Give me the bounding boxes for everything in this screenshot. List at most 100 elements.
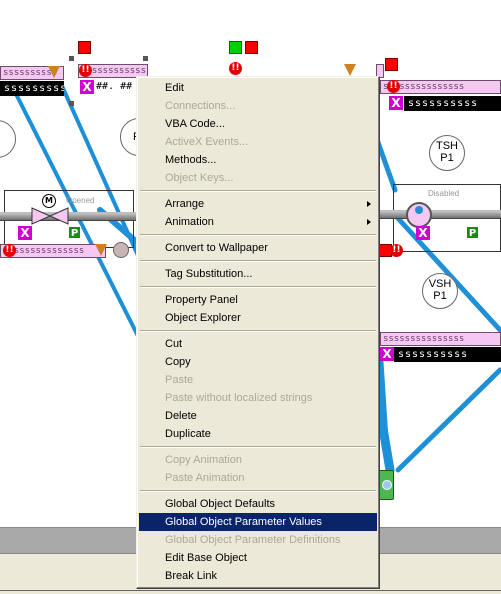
globe-icon — [382, 480, 392, 490]
context-menu[interactable]: Edit Connections... VBA Code... ActiveX Eve… — [136, 76, 380, 589]
menu-item-label: Delete — [165, 410, 197, 422]
menu-item-label: Paste — [165, 374, 194, 386]
pipe-line — [395, 367, 501, 473]
menu-separator — [139, 487, 377, 495]
menu-separator — [139, 443, 377, 451]
selection-handle[interactable] — [69, 56, 74, 61]
submenu-arrow-icon — [367, 201, 371, 207]
selected-handle — [415, 206, 423, 214]
tsh-bubble[interactable]: TSH P1 — [429, 135, 465, 171]
menu-item-label: Animation — [165, 216, 214, 228]
menu-item-label: Object Explorer — [165, 312, 241, 324]
p-badge: P — [466, 226, 479, 239]
menu-item-vba-code[interactable]: VBA Code... — [139, 115, 377, 133]
value-display[interactable]: ssssssssss — [0, 81, 64, 96]
alarm-badge: !! — [387, 80, 400, 93]
menu-item-cut[interactable]: Cut — [139, 335, 377, 353]
alarm-indicator — [385, 58, 398, 71]
menu-item-label: Methods... — [165, 154, 217, 166]
vsh-bubble[interactable]: VSH P1 — [422, 273, 458, 309]
menu-separator — [139, 283, 377, 291]
menu-item-paste-without-localized-strings: Paste without localized strings — [139, 389, 377, 407]
menu-separator — [139, 187, 377, 195]
pipe — [380, 210, 501, 219]
bubble-line2: P1 — [433, 290, 447, 302]
alarm-indicator — [245, 41, 258, 54]
menu-item-global-object-parameter-definitions: Global Object Parameter Definitions — [139, 531, 377, 549]
menu-item-object-explorer[interactable]: Object Explorer — [139, 309, 377, 327]
p-badge: P — [68, 226, 81, 239]
menu-item-tag-substitution[interactable]: Tag Substitution... — [139, 265, 377, 283]
menu-item-global-object-parameter-values[interactable]: Global Object Parameter Values — [139, 513, 377, 531]
selection-handle[interactable] — [143, 56, 148, 61]
menu-separator — [139, 257, 377, 265]
menu-item-break-link[interactable]: Break Link — [139, 567, 377, 585]
valve-state-label: Opened — [66, 196, 95, 205]
x-badge: X — [80, 80, 94, 94]
menu-item-global-object-defaults[interactable]: Global Object Defaults — [139, 495, 377, 513]
tag-text: sssssssssssssss — [383, 334, 465, 344]
menu-item-label: Object Keys... — [165, 172, 234, 184]
alarm-badge: !! — [3, 244, 16, 257]
menu-item-methods[interactable]: Methods... — [139, 151, 377, 169]
alarm-indicator — [78, 41, 91, 54]
x-badge: X — [380, 347, 394, 361]
pipe — [0, 212, 140, 221]
menu-separator — [139, 327, 377, 335]
menu-item-label: Global Object Parameter Definitions — [165, 534, 341, 546]
menu-item-label: VBA Code... — [165, 118, 225, 130]
menu-item-edit[interactable]: Edit — [139, 79, 377, 97]
x-badge: X — [18, 226, 32, 240]
value-display[interactable]: ssssssssss — [404, 96, 501, 111]
status-circle — [113, 242, 129, 258]
menu-item-label: Duplicate — [165, 428, 211, 440]
menu-item-label: Break Link — [165, 570, 217, 582]
menu-item-label: Property Panel — [165, 294, 238, 306]
bubble-line1: VSH — [428, 278, 452, 290]
menu-item-label: Convert to Wallpaper — [165, 242, 268, 254]
menu-item-activex-events: ActiveX Events... — [139, 133, 377, 151]
value-text: ssssssssss — [398, 349, 469, 360]
menu-item-label: Connections... — [165, 100, 236, 112]
x-badge: X — [416, 226, 430, 240]
alarm-badge: !! — [79, 64, 92, 77]
menu-item-copy[interactable]: Copy — [139, 353, 377, 371]
menu-item-label: Paste Animation — [165, 472, 245, 484]
menu-separator — [139, 231, 377, 239]
menu-item-delete[interactable]: Delete — [139, 407, 377, 425]
motor-label: M — [45, 196, 53, 205]
menu-item-label: Cut — [165, 338, 183, 350]
menu-item-copy-animation: Copy Animation — [139, 451, 377, 469]
nav-button-object[interactable] — [378, 470, 394, 500]
menu-item-arrange[interactable]: Arrange — [139, 195, 377, 213]
menu-item-convert-to-wallpaper[interactable]: Convert to Wallpaper — [139, 239, 377, 257]
selection-handle[interactable] — [69, 101, 74, 106]
menu-item-property-panel[interactable]: Property Panel — [139, 291, 377, 309]
valve-icon — [31, 207, 69, 225]
bottom-divider — [0, 590, 501, 591]
alarm-badge: !! — [229, 62, 242, 75]
bubble-line1: TSH — [436, 140, 458, 152]
submenu-arrow-icon — [367, 219, 371, 225]
menu-item-duplicate[interactable]: Duplicate — [139, 425, 377, 443]
menu-item-label: Edit Base Object — [165, 552, 247, 564]
menu-item-edit-base-object[interactable]: Edit Base Object — [139, 549, 377, 567]
menu-item-label: Global Object Parameter Values — [165, 516, 322, 528]
value-text: ssssssssss — [408, 98, 479, 109]
menu-item-label: Global Object Defaults — [165, 498, 276, 510]
tag-bar[interactable]: sssssssssssssss — [380, 332, 501, 346]
menu-item-label: Arrange — [165, 198, 205, 210]
menu-item-label: ActiveX Events... — [165, 136, 249, 148]
x-badge: X — [389, 96, 403, 110]
pump-state-label: Disabled — [428, 189, 460, 198]
menu-item-label: Copy Animation — [165, 454, 243, 466]
menu-item-label: Edit — [165, 82, 184, 94]
status-ok-indicator — [229, 41, 242, 54]
menu-item-paste: Paste — [139, 371, 377, 389]
menu-item-connections: Connections... — [139, 97, 377, 115]
value-text: ssssssssss — [4, 83, 64, 94]
menu-item-animation[interactable]: Animation — [139, 213, 377, 231]
menu-item-paste-animation: Paste Animation — [139, 469, 377, 487]
value-display[interactable]: ssssssssss — [394, 347, 501, 362]
menu-item-label: Paste without localized strings — [165, 392, 313, 404]
